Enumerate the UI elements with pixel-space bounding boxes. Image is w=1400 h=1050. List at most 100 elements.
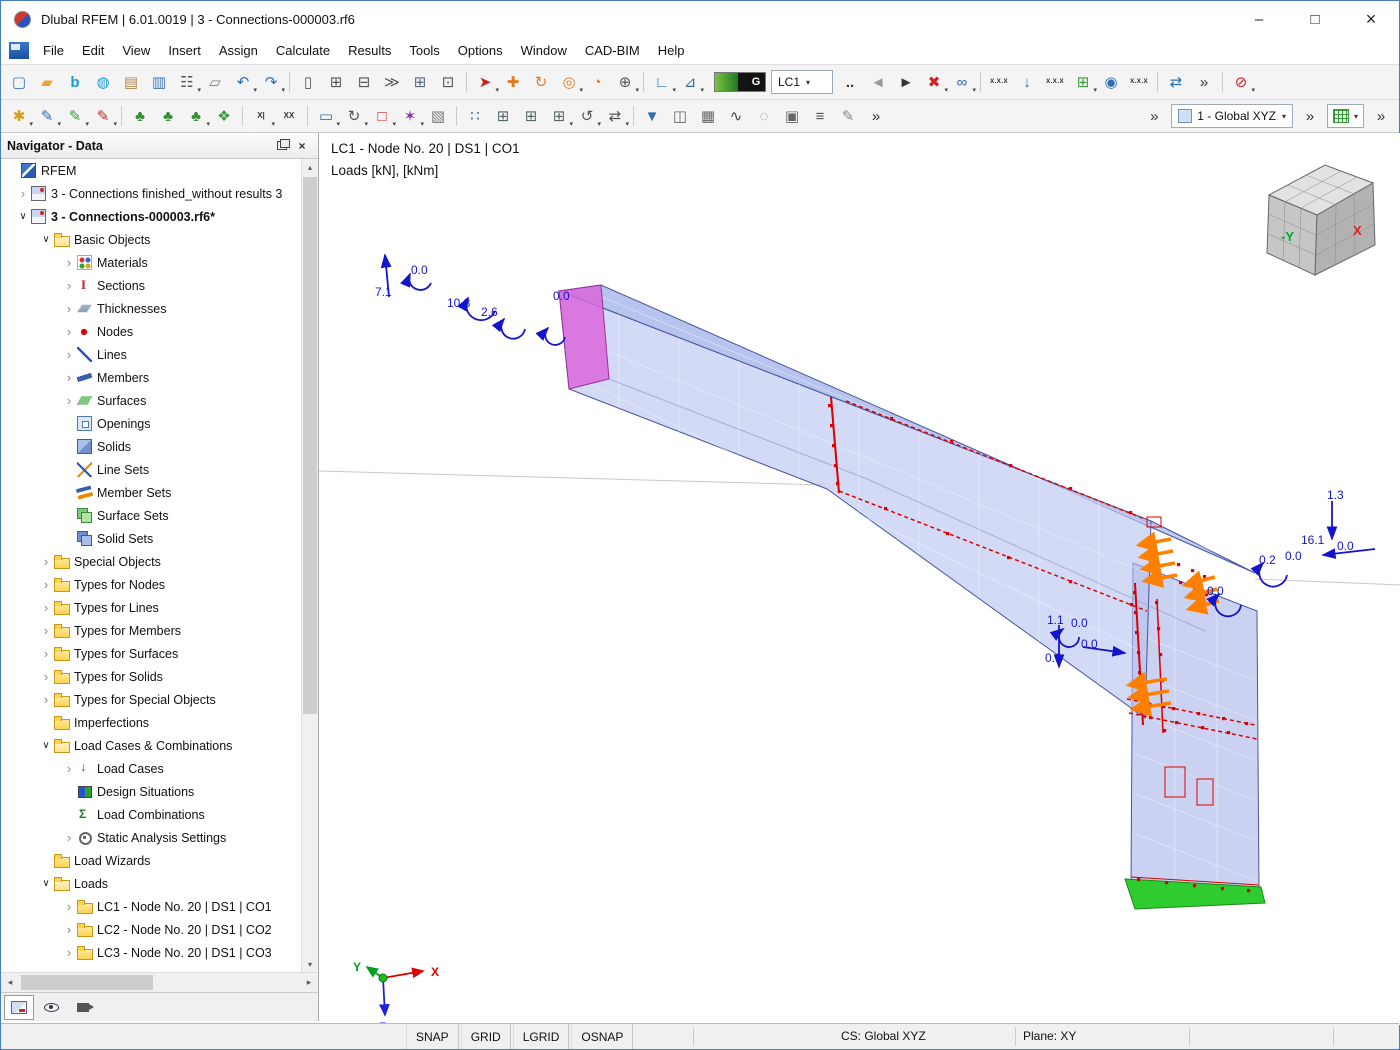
maximize-button[interactable]: □ (1287, 1, 1343, 37)
filter-results-button[interactable]: ◉ (1098, 69, 1124, 95)
toolbar-overflow-1[interactable]: » (1191, 69, 1217, 95)
printout-report-button[interactable]: ▱ (202, 69, 228, 95)
tree-item[interactable]: Design Situations (1, 780, 301, 803)
tree-item[interactable]: Load Wizards (1, 849, 301, 872)
minimize-button[interactable]: – (1231, 1, 1287, 37)
tree-vertical-scrollbar[interactable] (301, 159, 318, 972)
toolbar-overflow-3[interactable]: » (1141, 103, 1167, 129)
node-tools-button[interactable]: ∷ (456, 103, 488, 129)
close-panel-button[interactable]: × (292, 137, 312, 155)
tree-item[interactable]: › Types for Nodes (1, 573, 301, 596)
edit-line-button[interactable]: ✎ (62, 103, 89, 129)
menu-item[interactable]: Assign (210, 39, 267, 62)
blocks-library-button[interactable]: ❖ (211, 103, 237, 129)
tree-item[interactable]: › LC3 - Node No. 20 | DS1 | CO3 (1, 941, 301, 964)
statusbar-toggle[interactable]: LGRID (512, 1024, 570, 1049)
tree-item[interactable]: Openings (1, 412, 301, 435)
tree-expand-arrow[interactable]: › (61, 946, 77, 959)
tree-item[interactable]: › Load Cases (1, 757, 301, 780)
tree-item[interactable]: › Surfaces (1, 389, 301, 412)
undo-button[interactable]: ↶ (230, 69, 257, 95)
table-show-button[interactable]: ⊟ (351, 69, 377, 95)
section-views-button[interactable]: ▦ (695, 103, 721, 129)
result-color-scale[interactable]: G (714, 72, 766, 92)
paste-button[interactable]: ▤ (118, 69, 144, 95)
table-jump-button[interactable]: ≫ (379, 69, 405, 95)
delete-results-button[interactable]: ✖ (921, 69, 948, 95)
member-hinges-1-button[interactable]: ⊞ (490, 103, 516, 129)
float-panel-button[interactable] (272, 137, 292, 155)
load-case-list-button[interactable]: .. (837, 69, 863, 95)
menu-item[interactable]: File (34, 39, 73, 62)
toolbar-overflow-2[interactable]: » (863, 103, 889, 129)
coordinate-system-combobox[interactable]: 1 - Global XYZ (1171, 104, 1293, 128)
tree-expand-arrow[interactable]: ∨ (15, 211, 31, 222)
model-3d-scene[interactable]: -Y X X Y Z (319, 133, 1400, 1025)
tree-item[interactable]: RFEM (1, 159, 301, 182)
tree-expand-arrow[interactable]: › (61, 831, 77, 844)
tree-expand-arrow[interactable]: › (61, 394, 77, 407)
model-box-button[interactable]: ▧ (425, 103, 451, 129)
save-button[interactable]: ▥ (146, 69, 172, 95)
tree-expand-arrow[interactable]: › (38, 670, 54, 683)
visual-style-dropdown[interactable] (1326, 104, 1364, 128)
column-solid[interactable] (1130, 562, 1260, 894)
tree-expand-arrow[interactable]: › (61, 900, 77, 913)
tree-item[interactable]: ∨ Basic Objects (1, 228, 301, 251)
abort-calculation-button[interactable]: ⊘ (1222, 69, 1255, 95)
visibility-mode-button[interactable]: ◌ (751, 103, 777, 129)
edit-member-button[interactable]: ✎ (90, 103, 117, 129)
menu-item[interactable]: Calculate (267, 39, 339, 62)
tree-item[interactable]: Solid Sets (1, 527, 301, 550)
table-end-button[interactable]: ⊡ (435, 69, 461, 95)
generate-model-3-button[interactable]: ♣ (183, 103, 210, 129)
camera-tab[interactable] (68, 995, 98, 1020)
tree-item[interactable]: › Materials (1, 251, 301, 274)
coordinate-system-status[interactable]: CS: Global XYZ (841, 1029, 926, 1043)
tree-item[interactable]: › Types for Lines (1, 596, 301, 619)
menu-item[interactable]: Edit (73, 39, 113, 62)
open-model-button[interactable]: ▰ (34, 69, 60, 95)
select-frame-button[interactable]: □ (369, 103, 396, 129)
result-diagrams-button[interactable]: ∿ (723, 103, 749, 129)
tree-item[interactable]: Surface Sets (1, 504, 301, 527)
tree-item[interactable]: Line Sets (1, 458, 301, 481)
tree-expand-arrow[interactable]: › (61, 325, 77, 338)
scroll-left-arrow-icon[interactable] (1, 973, 19, 992)
model-viewport[interactable]: -Y X X Y Z LC1 - Node No. 20 | DS1 | CO1… (319, 133, 1400, 1025)
dlubal-bim-button[interactable]: b (62, 69, 88, 95)
generate-wand-button[interactable]: ✶ (397, 103, 424, 129)
move-copy-button[interactable]: ↺ (574, 103, 601, 129)
member-hinges-3-button[interactable]: ⊞ (546, 103, 573, 129)
scroll-right-arrow-icon[interactable] (300, 973, 318, 992)
generate-model-1-button[interactable]: ♣ (121, 103, 153, 129)
dimension-x-button[interactable]: X| (242, 103, 275, 129)
tree-item[interactable]: › Types for Members (1, 619, 301, 642)
scrollbar-thumb[interactable] (303, 177, 317, 714)
tree-item[interactable]: › Thicknesses (1, 297, 301, 320)
tree-horizontal-scrollbar[interactable] (1, 972, 318, 992)
mirror-tool-button[interactable]: ⇄ (602, 103, 629, 129)
filter-objects-button[interactable]: ▼ (633, 103, 665, 129)
menu-item[interactable]: Window (512, 39, 576, 62)
load-case-combobox[interactable]: LC1 (771, 70, 833, 94)
tree-expand-arrow[interactable]: › (61, 279, 77, 292)
clipping-planes-button[interactable]: ◫ (667, 103, 693, 129)
work-plane-status[interactable]: Plane: XY (1023, 1029, 1076, 1043)
dlubal-center-button[interactable]: ◍ (90, 69, 116, 95)
generate-model-2-button[interactable]: ♣ (155, 103, 181, 129)
menu-item[interactable]: Options (449, 39, 512, 62)
close-button[interactable]: × (1343, 1, 1399, 37)
box-tool-button[interactable]: ▭ (307, 103, 340, 129)
tree-item[interactable]: Imperfections (1, 711, 301, 734)
rotate-tool-button[interactable]: ↻ (341, 103, 368, 129)
insert-object-button[interactable]: ✱ (6, 103, 33, 129)
annotate-button[interactable]: ✎ (835, 103, 861, 129)
scroll-up-arrow-icon[interactable] (302, 159, 318, 175)
calculation-link-button[interactable]: ∞ (949, 69, 976, 95)
tree-item[interactable]: ∨ Load Cases & Combinations (1, 734, 301, 757)
tree-item[interactable]: › LC1 - Node No. 20 | DS1 | CO1 (1, 895, 301, 918)
tree-item[interactable]: › Members (1, 366, 301, 389)
menu-item[interactable]: Help (649, 39, 694, 62)
redo-button[interactable]: ↷ (258, 69, 285, 95)
